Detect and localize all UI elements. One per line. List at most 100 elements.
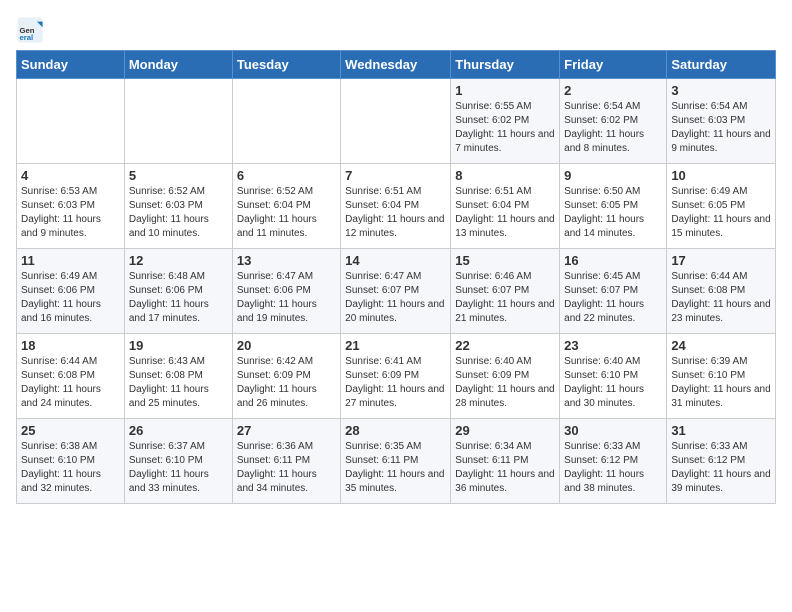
calendar-cell: 12 Sunrise: 6:48 AM Sunset: 6:06 PM Dayli… bbox=[124, 249, 232, 334]
day-info: Sunrise: 6:34 AM Sunset: 6:11 PM Dayligh… bbox=[455, 440, 555, 496]
calendar-cell: 10Sunrise: 6:49 AM Sunset: 6:05 PM Dayli… bbox=[667, 164, 776, 249]
day-number: 23 bbox=[564, 338, 662, 353]
day-info: Sunrise: 6:55 AM Sunset: 6:02 PM Dayligh… bbox=[455, 100, 555, 156]
day-number: 20 bbox=[237, 338, 336, 353]
day-number: 7 bbox=[345, 168, 446, 183]
svg-text:eral: eral bbox=[20, 33, 34, 42]
day-number: 6 bbox=[237, 168, 336, 183]
calendar-cell: 25Sunrise: 6:38 AM Sunset: 6:10 PM Dayli… bbox=[17, 419, 125, 504]
day-info: Sunrise: 6:40 AM Sunset: 6:10 PM Dayligh… bbox=[564, 355, 662, 411]
day-info: Sunrise: 6:52 AM Sunset: 6:03 PM Dayligh… bbox=[129, 185, 228, 241]
calendar-cell: 7 Sunrise: 6:51 AM Sunset: 6:04 PM Daylig… bbox=[341, 164, 451, 249]
day-info: Sunrise: 6:52 AM Sunset: 6:04 PM Dayligh… bbox=[237, 185, 336, 241]
calendar-cell: 9 Sunrise: 6:50 AM Sunset: 6:05 PM Daylig… bbox=[560, 164, 667, 249]
calendar-cell: 26 Sunrise: 6:37 AM Sunset: 6:10 PM Dayli… bbox=[124, 419, 232, 504]
day-info: Sunrise: 6:36 AM Sunset: 6:11 PM Dayligh… bbox=[237, 440, 336, 496]
day-number: 12 bbox=[129, 253, 228, 268]
calendar-cell: 15 Sunrise: 6:46 AM Sunset: 6:07 PM Dayli… bbox=[451, 249, 560, 334]
calendar-cell bbox=[124, 79, 232, 164]
calendar-cell bbox=[232, 79, 340, 164]
calendar-cell: 5 Sunrise: 6:52 AM Sunset: 6:03 PM Daylig… bbox=[124, 164, 232, 249]
day-number: 21 bbox=[345, 338, 446, 353]
day-number: 17 bbox=[671, 253, 771, 268]
calendar-cell: 20 Sunrise: 6:42 AM Sunset: 6:09 PM Dayli… bbox=[232, 334, 340, 419]
day-number: 28 bbox=[345, 423, 446, 438]
day-number: 27 bbox=[237, 423, 336, 438]
calendar-cell: 27 Sunrise: 6:36 AM Sunset: 6:11 PM Dayli… bbox=[232, 419, 340, 504]
calendar-cell: 2Sunrise: 6:54 AM Sunset: 6:02 PM Daylig… bbox=[560, 79, 667, 164]
day-info: Sunrise: 6:43 AM Sunset: 6:08 PM Dayligh… bbox=[129, 355, 228, 411]
day-info: Sunrise: 6:49 AM Sunset: 6:06 PM Dayligh… bbox=[21, 270, 120, 326]
day-number: 5 bbox=[129, 168, 228, 183]
header-day: Wednesday bbox=[341, 51, 451, 79]
day-number: 29 bbox=[455, 423, 555, 438]
day-info: Sunrise: 6:35 AM Sunset: 6:11 PM Dayligh… bbox=[345, 440, 446, 496]
calendar-week-row: 4Sunrise: 6:53 AM Sunset: 6:03 PM Daylig… bbox=[17, 164, 776, 249]
calendar-week-row: 25Sunrise: 6:38 AM Sunset: 6:10 PM Dayli… bbox=[17, 419, 776, 504]
day-number: 11 bbox=[21, 253, 120, 268]
day-info: Sunrise: 6:45 AM Sunset: 6:07 PM Dayligh… bbox=[564, 270, 662, 326]
calendar-cell: 6 Sunrise: 6:52 AM Sunset: 6:04 PM Daylig… bbox=[232, 164, 340, 249]
day-info: Sunrise: 6:48 AM Sunset: 6:06 PM Dayligh… bbox=[129, 270, 228, 326]
header-row: SundayMondayTuesdayWednesdayThursdayFrid… bbox=[17, 51, 776, 79]
day-info: Sunrise: 6:50 AM Sunset: 6:05 PM Dayligh… bbox=[564, 185, 662, 241]
day-number: 14 bbox=[345, 253, 446, 268]
calendar-week-row: 1 Sunrise: 6:55 AM Sunset: 6:02 PM Daylig… bbox=[17, 79, 776, 164]
day-info: Sunrise: 6:54 AM Sunset: 6:02 PM Dayligh… bbox=[564, 100, 662, 156]
day-number: 9 bbox=[564, 168, 662, 183]
day-info: Sunrise: 6:51 AM Sunset: 6:04 PM Dayligh… bbox=[455, 185, 555, 241]
calendar-cell: 28 Sunrise: 6:35 AM Sunset: 6:11 PM Dayli… bbox=[341, 419, 451, 504]
day-number: 26 bbox=[129, 423, 228, 438]
day-number: 18 bbox=[21, 338, 120, 353]
calendar-week-row: 18 Sunrise: 6:44 AM Sunset: 6:08 PM Dayli… bbox=[17, 334, 776, 419]
day-info: Sunrise: 6:51 AM Sunset: 6:04 PM Dayligh… bbox=[345, 185, 446, 241]
calendar-cell: 13Sunrise: 6:47 AM Sunset: 6:06 PM Dayli… bbox=[232, 249, 340, 334]
logo: Gen eral bbox=[16, 16, 48, 44]
calendar-cell: 14 Sunrise: 6:47 AM Sunset: 6:07 PM Dayli… bbox=[341, 249, 451, 334]
calendar-cell: 8Sunrise: 6:51 AM Sunset: 6:04 PM Daylig… bbox=[451, 164, 560, 249]
day-number: 30 bbox=[564, 423, 662, 438]
calendar-cell: 16Sunrise: 6:45 AM Sunset: 6:07 PM Dayli… bbox=[560, 249, 667, 334]
calendar-table: SundayMondayTuesdayWednesdayThursdayFrid… bbox=[16, 50, 776, 504]
calendar-header: SundayMondayTuesdayWednesdayThursdayFrid… bbox=[17, 51, 776, 79]
calendar-cell bbox=[17, 79, 125, 164]
calendar-cell: 4Sunrise: 6:53 AM Sunset: 6:03 PM Daylig… bbox=[17, 164, 125, 249]
day-info: Sunrise: 6:47 AM Sunset: 6:07 PM Dayligh… bbox=[345, 270, 446, 326]
day-info: Sunrise: 6:39 AM Sunset: 6:10 PM Dayligh… bbox=[671, 355, 771, 411]
day-info: Sunrise: 6:53 AM Sunset: 6:03 PM Dayligh… bbox=[21, 185, 120, 241]
calendar-cell: 24 Sunrise: 6:39 AM Sunset: 6:10 PM Dayli… bbox=[667, 334, 776, 419]
header-day: Friday bbox=[560, 51, 667, 79]
day-number: 3 bbox=[671, 83, 771, 98]
calendar-cell: 1 Sunrise: 6:55 AM Sunset: 6:02 PM Daylig… bbox=[451, 79, 560, 164]
day-info: Sunrise: 6:46 AM Sunset: 6:07 PM Dayligh… bbox=[455, 270, 555, 326]
day-info: Sunrise: 6:33 AM Sunset: 6:12 PM Dayligh… bbox=[564, 440, 662, 496]
header-day: Sunday bbox=[17, 51, 125, 79]
day-number: 1 bbox=[455, 83, 555, 98]
day-number: 24 bbox=[671, 338, 771, 353]
day-number: 25 bbox=[21, 423, 120, 438]
day-info: Sunrise: 6:33 AM Sunset: 6:12 PM Dayligh… bbox=[671, 440, 771, 496]
calendar-cell: 23 Sunrise: 6:40 AM Sunset: 6:10 PM Dayli… bbox=[560, 334, 667, 419]
calendar-cell: 19 Sunrise: 6:43 AM Sunset: 6:08 PM Dayli… bbox=[124, 334, 232, 419]
calendar-cell: 17Sunrise: 6:44 AM Sunset: 6:08 PM Dayli… bbox=[667, 249, 776, 334]
header-day: Thursday bbox=[451, 51, 560, 79]
day-info: Sunrise: 6:49 AM Sunset: 6:05 PM Dayligh… bbox=[671, 185, 771, 241]
day-number: 15 bbox=[455, 253, 555, 268]
day-info: Sunrise: 6:54 AM Sunset: 6:03 PM Dayligh… bbox=[671, 100, 771, 156]
logo-icon: Gen eral bbox=[16, 16, 44, 44]
calendar-week-row: 11 Sunrise: 6:49 AM Sunset: 6:06 PM Dayli… bbox=[17, 249, 776, 334]
day-info: Sunrise: 6:42 AM Sunset: 6:09 PM Dayligh… bbox=[237, 355, 336, 411]
day-number: 19 bbox=[129, 338, 228, 353]
header: Gen eral bbox=[16, 16, 776, 44]
calendar-cell: 21 Sunrise: 6:41 AM Sunset: 6:09 PM Dayli… bbox=[341, 334, 451, 419]
day-info: Sunrise: 6:37 AM Sunset: 6:10 PM Dayligh… bbox=[129, 440, 228, 496]
day-number: 31 bbox=[671, 423, 771, 438]
day-info: Sunrise: 6:47 AM Sunset: 6:06 PM Dayligh… bbox=[237, 270, 336, 326]
calendar-cell: 3 Sunrise: 6:54 AM Sunset: 6:03 PM Daylig… bbox=[667, 79, 776, 164]
day-info: Sunrise: 6:41 AM Sunset: 6:09 PM Dayligh… bbox=[345, 355, 446, 411]
day-info: Sunrise: 6:44 AM Sunset: 6:08 PM Dayligh… bbox=[21, 355, 120, 411]
calendar-cell: 31 Sunrise: 6:33 AM Sunset: 6:12 PM Dayli… bbox=[667, 419, 776, 504]
header-day: Tuesday bbox=[232, 51, 340, 79]
calendar-cell: 29 Sunrise: 6:34 AM Sunset: 6:11 PM Dayli… bbox=[451, 419, 560, 504]
calendar-body: 1 Sunrise: 6:55 AM Sunset: 6:02 PM Daylig… bbox=[17, 79, 776, 504]
